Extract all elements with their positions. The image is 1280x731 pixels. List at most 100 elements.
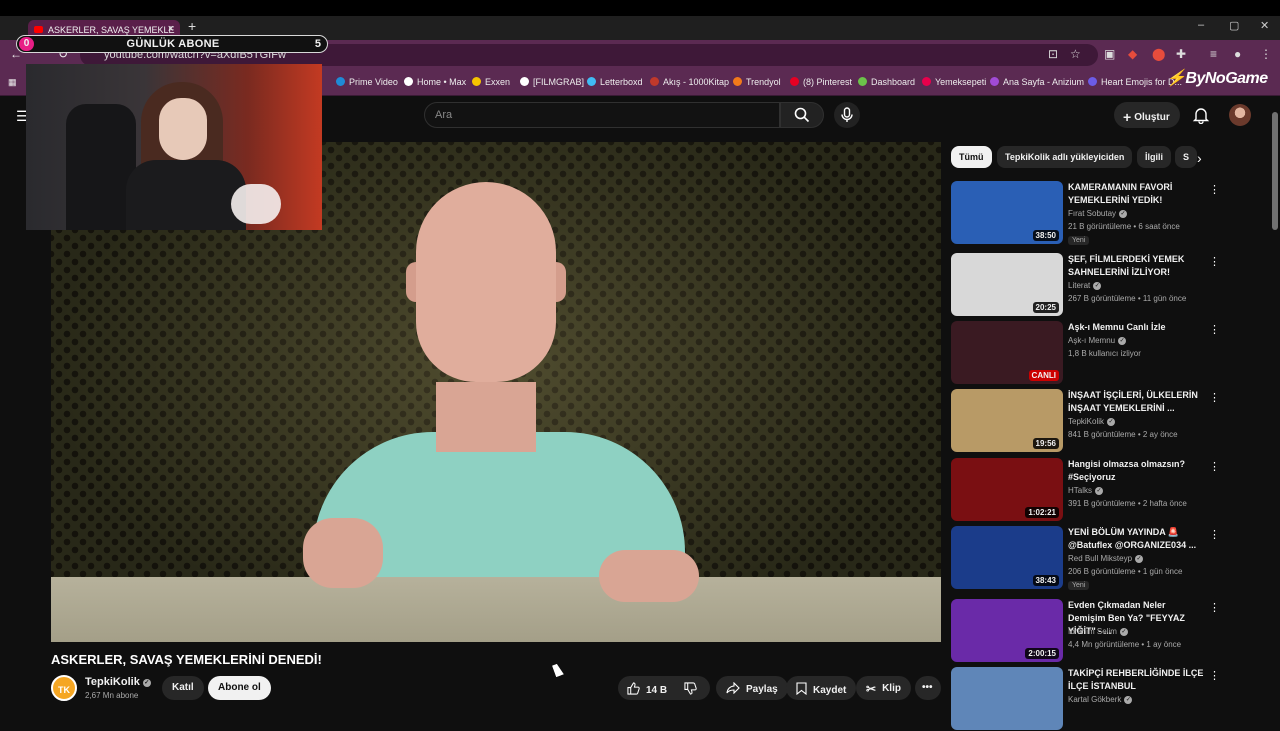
maximize-icon[interactable]: ▢ (1229, 19, 1239, 32)
bookmark-icon (990, 77, 999, 86)
more-options-icon[interactable]: ⋮ (1209, 323, 1220, 336)
puzzle-icon[interactable]: ✚ (1176, 47, 1186, 61)
voice-search-button[interactable] (834, 102, 860, 128)
bookmark[interactable]: Yemeksepeti (922, 77, 986, 87)
more-options-icon[interactable]: ⋮ (1209, 528, 1220, 541)
bookmark[interactable]: Letterboxd (587, 77, 643, 87)
video-title: ASKERLER, SAVAŞ YEMEKLERİNİ DENEDİ! (51, 652, 322, 667)
recommendation-channel[interactable]: Literat ✓ (1068, 281, 1102, 290)
chip-from-uploader[interactable]: TepkiKolik adlı yükleyiciden (997, 146, 1133, 168)
duration-badge: 1:02:21 (1025, 507, 1059, 518)
adblock-icon[interactable]: ⬤ (1152, 47, 1165, 61)
recommendation-thumbnail[interactable]: 1:02:21 (951, 458, 1063, 521)
bookmark[interactable]: Prime Video (336, 77, 398, 87)
chevron-right-icon[interactable]: › (1197, 150, 1202, 166)
verified-check-icon: ✓ (1095, 487, 1104, 495)
page-scrollbar[interactable] (1270, 98, 1280, 720)
bookmark[interactable]: Exxen (472, 77, 510, 87)
more-options-icon[interactable]: ⋮ (1209, 255, 1220, 268)
more-options-icon[interactable]: ⋮ (1209, 183, 1220, 196)
recommendation-item[interactable]: CANLI Aşk-ı Memnu Canlı İzle Aşk-ı Memnu ✓ 1… (951, 321, 1220, 385)
more-actions-button[interactable]: ••• (915, 676, 941, 700)
webcam-light (231, 184, 281, 224)
recommendation-item[interactable]: 38:50 KAMERAMANIN FAVORİ YEMEKLERİNİ YEDİ… (951, 181, 1220, 245)
bookmark[interactable]: [FILMGRAB] (520, 77, 584, 87)
recommendation-channel[interactable]: Red Bull Mikstеyp ✓ (1068, 554, 1144, 563)
recommendation-thumbnail[interactable]: 38:50 (951, 181, 1063, 244)
menu-kebab-icon[interactable]: ⋮ (1260, 47, 1272, 61)
tab-close-icon[interactable]: × (168, 23, 174, 35)
recommendation-title[interactable]: İNŞAAT İŞÇİLERİ, ÜLKELERİN İNŞAAT YEMEKL… (1068, 389, 1204, 415)
minimize-icon[interactable]: – (1198, 19, 1204, 31)
recommendation-thumbnail[interactable] (951, 667, 1063, 730)
scrollbar-thumb[interactable] (1272, 112, 1278, 230)
install-icon[interactable]: ⊡ (1048, 47, 1058, 61)
subscribe-button[interactable]: Abone ol (208, 676, 271, 700)
extension-icon[interactable]: ◆ (1128, 47, 1137, 61)
recommendation-thumbnail[interactable]: 38:43 (951, 526, 1063, 589)
channel-avatar[interactable]: TK (51, 675, 77, 701)
duration-badge: 19:56 (1032, 438, 1059, 449)
apps-icon[interactable]: ▦ (8, 77, 17, 88)
bookmark-star-icon[interactable]: ☆ (1070, 47, 1081, 61)
recommendation-item[interactable]: TAKİPÇİ REHBERLİĞİNDE İLÇE İLÇE İSTANBUL… (951, 667, 1220, 731)
recommendation-item[interactable]: 2:00:15 Evden Çıkmadan Neler Demişim Ben … (951, 599, 1220, 663)
clip-button[interactable]: ✂ Klip (856, 676, 911, 700)
verified-check-icon: ✓ (1107, 418, 1116, 426)
recommendation-item[interactable]: 1:02:21 Hangisi olmazsa olmazsın? #Seçiyo… (951, 458, 1220, 522)
create-button[interactable]: + Oluştur (1114, 102, 1180, 128)
recommendation-thumbnail[interactable]: 2:00:15 (951, 599, 1063, 662)
recommendation-channel[interactable]: Kartal Gökberk ✓ (1068, 695, 1133, 704)
recommendation-channel[interactable]: Fırat Sobutay ✓ (1068, 209, 1128, 218)
extension-icon[interactable]: ▣ (1104, 47, 1115, 61)
bookmark[interactable]: Dashboard (858, 77, 915, 87)
more-options-icon[interactable]: ⋮ (1209, 460, 1220, 473)
recommendation-title[interactable]: ŞEF, FİLMLERDEKİ YEMEK SAHNELERİNİ İZLİY… (1068, 253, 1204, 279)
bookmark[interactable]: Home • Max (404, 77, 466, 87)
like-button[interactable]: 14 B (627, 682, 667, 696)
bookmark[interactable]: Akış - 1000Kitap (650, 77, 729, 87)
window-close-icon[interactable]: ✕ (1260, 19, 1269, 32)
join-button[interactable]: Katıl (162, 676, 204, 700)
share-button[interactable]: Paylaş (716, 676, 788, 700)
tab-title: ASKERLER, SAVAŞ YEMEKLE (48, 25, 175, 35)
recommendation-thumbnail[interactable]: 20:25 (951, 253, 1063, 316)
more-options-icon[interactable]: ⋮ (1209, 391, 1220, 404)
notifications-bell-icon[interactable] (1192, 106, 1210, 124)
recommendation-channel[interactable]: İbrahim Selim ✓ (1068, 627, 1128, 636)
recommendation-thumbnail[interactable]: 19:56 (951, 389, 1063, 452)
save-button[interactable]: Kaydet (786, 676, 857, 700)
recommendation-channel[interactable]: Aşk-ı Memnu ✓ (1068, 336, 1127, 345)
recommendation-title[interactable]: KAMERAMANIN FAVORİ YEMEKLERİNİ YEDİK! (1068, 181, 1204, 207)
search-input[interactable]: Ara (424, 102, 780, 128)
recommendation-title[interactable]: TAKİPÇİ REHBERLİĞİNDE İLÇE İLÇE İSTANBUL (1068, 667, 1204, 693)
recommendation-item[interactable]: 19:56 İNŞAAT İŞÇİLERİ, ÜLKELERİN İNŞAAT Y… (951, 389, 1220, 453)
channel-name[interactable]: TepkiKolik ✓ (85, 676, 151, 688)
recommendation-title[interactable]: Hangisi olmazsa olmazsın? #Seçiyoruz (1068, 458, 1204, 484)
bookmark-icon (404, 77, 413, 86)
bookmark[interactable]: Trendyol (733, 77, 781, 87)
chip-related[interactable]: İlgili (1137, 146, 1171, 168)
bookmark[interactable]: Ana Sayfa - Anizium (990, 77, 1084, 87)
search-button[interactable] (780, 102, 824, 128)
chip-more[interactable]: S (1175, 146, 1198, 168)
profile-icon[interactable]: ● (1234, 47, 1241, 61)
share-icon (726, 682, 740, 694)
recommendation-title[interactable]: Aşk-ı Memnu Canlı İzle (1068, 321, 1204, 334)
recommendation-thumbnail[interactable]: CANLI (951, 321, 1063, 384)
new-tab-icon[interactable]: + (188, 18, 196, 34)
user-avatar[interactable] (1229, 104, 1251, 126)
media-icon[interactable]: ≡ (1210, 47, 1217, 61)
recommendation-item[interactable]: 38:43 YENİ BÖLÜM YAYINDA 🚨 @Batuflex @ORG… (951, 526, 1220, 590)
verified-check-icon: ✓ (1118, 337, 1127, 345)
bookmark[interactable]: (8) Pinterest (790, 77, 852, 87)
recommendation-channel[interactable]: TepkiKolik ✓ (1068, 417, 1116, 426)
chip-all[interactable]: Tümü (951, 146, 992, 168)
create-label: Oluştur (1134, 112, 1170, 123)
recommendation-title[interactable]: YENİ BÖLÜM YAYINDA 🚨 @Batuflex @ORGANIZE… (1068, 526, 1204, 552)
recommendation-channel[interactable]: HTalks ✓ (1068, 486, 1104, 495)
recommendation-item[interactable]: 20:25 ŞEF, FİLMLERDEKİ YEMEK SAHNELERİNİ … (951, 253, 1220, 317)
dislike-button[interactable] (684, 682, 697, 698)
more-options-icon[interactable]: ⋮ (1209, 601, 1220, 614)
more-options-icon[interactable]: ⋮ (1209, 669, 1220, 682)
